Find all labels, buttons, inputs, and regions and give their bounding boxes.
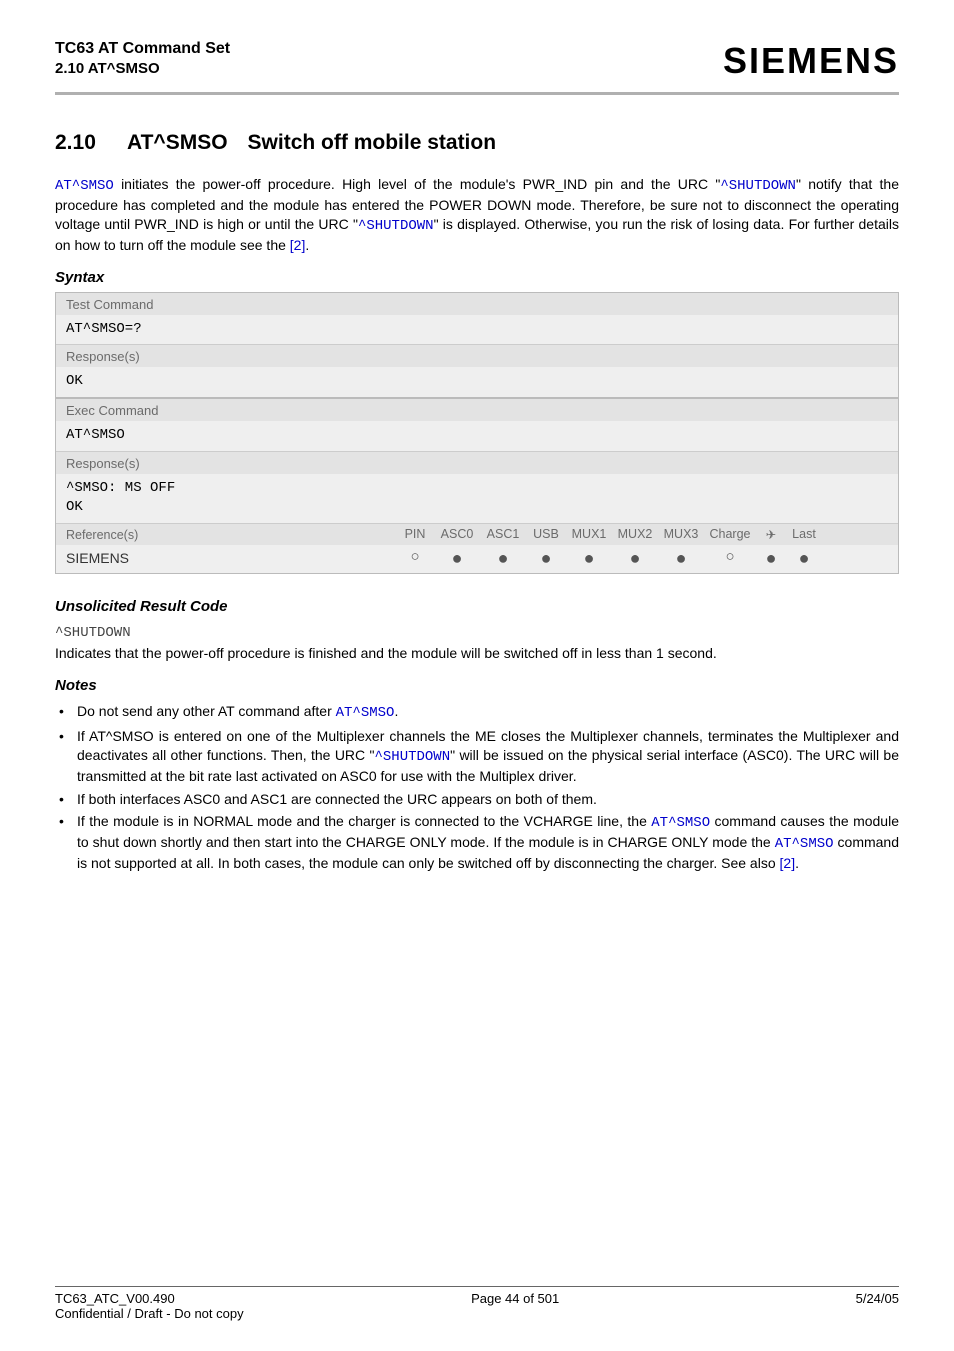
- dot-airplane: ●: [756, 549, 786, 567]
- urc-label: Unsolicited Result Code: [55, 598, 899, 615]
- reference-head: Reference(s): [66, 528, 396, 542]
- link-shutdown-2[interactable]: ^SHUTDOWN: [358, 218, 434, 234]
- test-command-body: AT^SMSO=?: [56, 315, 898, 345]
- col-airplane-icon: ✈: [756, 527, 786, 542]
- dot-usb: ●: [526, 549, 566, 567]
- note-4: If the module is in NORMAL mode and the …: [55, 812, 899, 873]
- reference-dots: ○ ● ● ● ● ● ● ○ ● ●: [396, 549, 888, 567]
- urc-desc: Indicates that the power-off procedure i…: [55, 645, 899, 661]
- dot-mux1: ●: [566, 549, 612, 567]
- link-ref-2[interactable]: [2]: [290, 237, 306, 253]
- section-number: 2.10: [55, 131, 127, 155]
- test-command-head: Test Command: [56, 293, 898, 315]
- section-heading: 2.10 AT^SMSO Switch off mobile station: [55, 131, 899, 155]
- reference-value-row: SIEMENS ○ ● ● ● ● ● ● ○ ● ●: [56, 545, 898, 573]
- intro-paragraph: AT^SMSO initiates the power-off procedur…: [55, 175, 899, 255]
- col-pin: PIN: [396, 527, 434, 542]
- doc-sub: 2.10 AT^SMSO: [55, 60, 230, 77]
- intro-text-4: .: [305, 237, 309, 253]
- exec-command-body: AT^SMSO: [56, 421, 898, 451]
- header-rule: [55, 92, 899, 95]
- col-usb: USB: [526, 527, 566, 542]
- link-at-smso[interactable]: AT^SMSO: [55, 178, 114, 194]
- link-at-smso-n1[interactable]: AT^SMSO: [336, 705, 395, 721]
- note-4-end: .: [795, 855, 799, 871]
- reference-header-row: Reference(s) PIN ASC0 ASC1 USB MUX1 MUX2…: [56, 523, 898, 545]
- siemens-logo: SIEMENS: [723, 40, 899, 82]
- notes-list: Do not send any other AT command after A…: [55, 702, 899, 873]
- urc-code: ^SHUTDOWN: [55, 625, 899, 641]
- col-asc1: ASC1: [480, 527, 526, 542]
- test-response-body: OK: [56, 367, 898, 397]
- page-footer: TC63_ATC_V00.490 Page 44 of 501 5/24/05 …: [55, 1286, 899, 1321]
- syntax-box: Test Command AT^SMSO=? Response(s) OK Ex…: [55, 292, 899, 574]
- section-command: AT^SMSO: [127, 131, 228, 155]
- col-mux1: MUX1: [566, 527, 612, 542]
- notes-label: Notes: [55, 677, 899, 694]
- note-4-text-a: If the module is in NORMAL mode and the …: [77, 813, 651, 829]
- link-ref-2-n4[interactable]: [2]: [780, 855, 796, 871]
- exec-response-body: ^SMSO: MS OFF OK: [56, 474, 898, 523]
- note-1-end: .: [394, 703, 398, 719]
- section-title: Switch off mobile station: [248, 131, 497, 155]
- footer-sub: Confidential / Draft - Do not copy: [55, 1306, 899, 1321]
- note-1-text: Do not send any other AT command after: [77, 703, 336, 719]
- exec-response-line1: ^SMSO: MS OFF: [66, 479, 888, 498]
- col-mux2: MUX2: [612, 527, 658, 542]
- exec-command-head: Exec Command: [56, 397, 898, 421]
- dot-charge: ○: [704, 549, 756, 567]
- page-header: TC63 AT Command Set 2.10 AT^SMSO SIEMENS: [55, 40, 899, 82]
- intro-text-1: initiates the power-off procedure. High …: [114, 176, 721, 192]
- syntax-label: Syntax: [55, 269, 899, 286]
- link-shutdown-1[interactable]: ^SHUTDOWN: [720, 178, 796, 194]
- dot-asc1: ●: [480, 549, 526, 567]
- note-1: Do not send any other AT command after A…: [55, 702, 899, 723]
- header-left: TC63 AT Command Set 2.10 AT^SMSO: [55, 40, 230, 77]
- note-3: If both interfaces ASC0 and ASC1 are con…: [55, 790, 899, 809]
- exec-response-head: Response(s): [56, 451, 898, 474]
- col-last: Last: [786, 527, 822, 542]
- dot-asc0: ●: [434, 549, 480, 567]
- dot-mux3: ●: [658, 549, 704, 567]
- col-charge: Charge: [704, 527, 756, 542]
- doc-title: TC63 AT Command Set: [55, 40, 230, 58]
- footer-rule: [55, 1286, 899, 1287]
- dot-pin: ○: [396, 549, 434, 567]
- link-at-smso-n4b[interactable]: AT^SMSO: [775, 836, 834, 852]
- footer-row: TC63_ATC_V00.490 Page 44 of 501 5/24/05: [55, 1291, 899, 1306]
- link-at-smso-n4a[interactable]: AT^SMSO: [651, 815, 710, 831]
- reference-columns: PIN ASC0 ASC1 USB MUX1 MUX2 MUX3 Charge …: [396, 527, 888, 542]
- footer-left: TC63_ATC_V00.490: [55, 1291, 175, 1306]
- exec-response-ok: OK: [66, 498, 888, 517]
- reference-siemens: SIEMENS: [66, 550, 396, 566]
- dot-mux2: ●: [612, 549, 658, 567]
- dot-last: ●: [786, 549, 822, 567]
- test-response-head: Response(s): [56, 344, 898, 367]
- col-asc0: ASC0: [434, 527, 480, 542]
- col-mux3: MUX3: [658, 527, 704, 542]
- note-2: If AT^SMSO is entered on one of the Mult…: [55, 727, 899, 786]
- link-shutdown-n2[interactable]: ^SHUTDOWN: [374, 749, 450, 765]
- footer-right: 5/24/05: [856, 1291, 899, 1306]
- footer-center: Page 44 of 501: [471, 1291, 559, 1306]
